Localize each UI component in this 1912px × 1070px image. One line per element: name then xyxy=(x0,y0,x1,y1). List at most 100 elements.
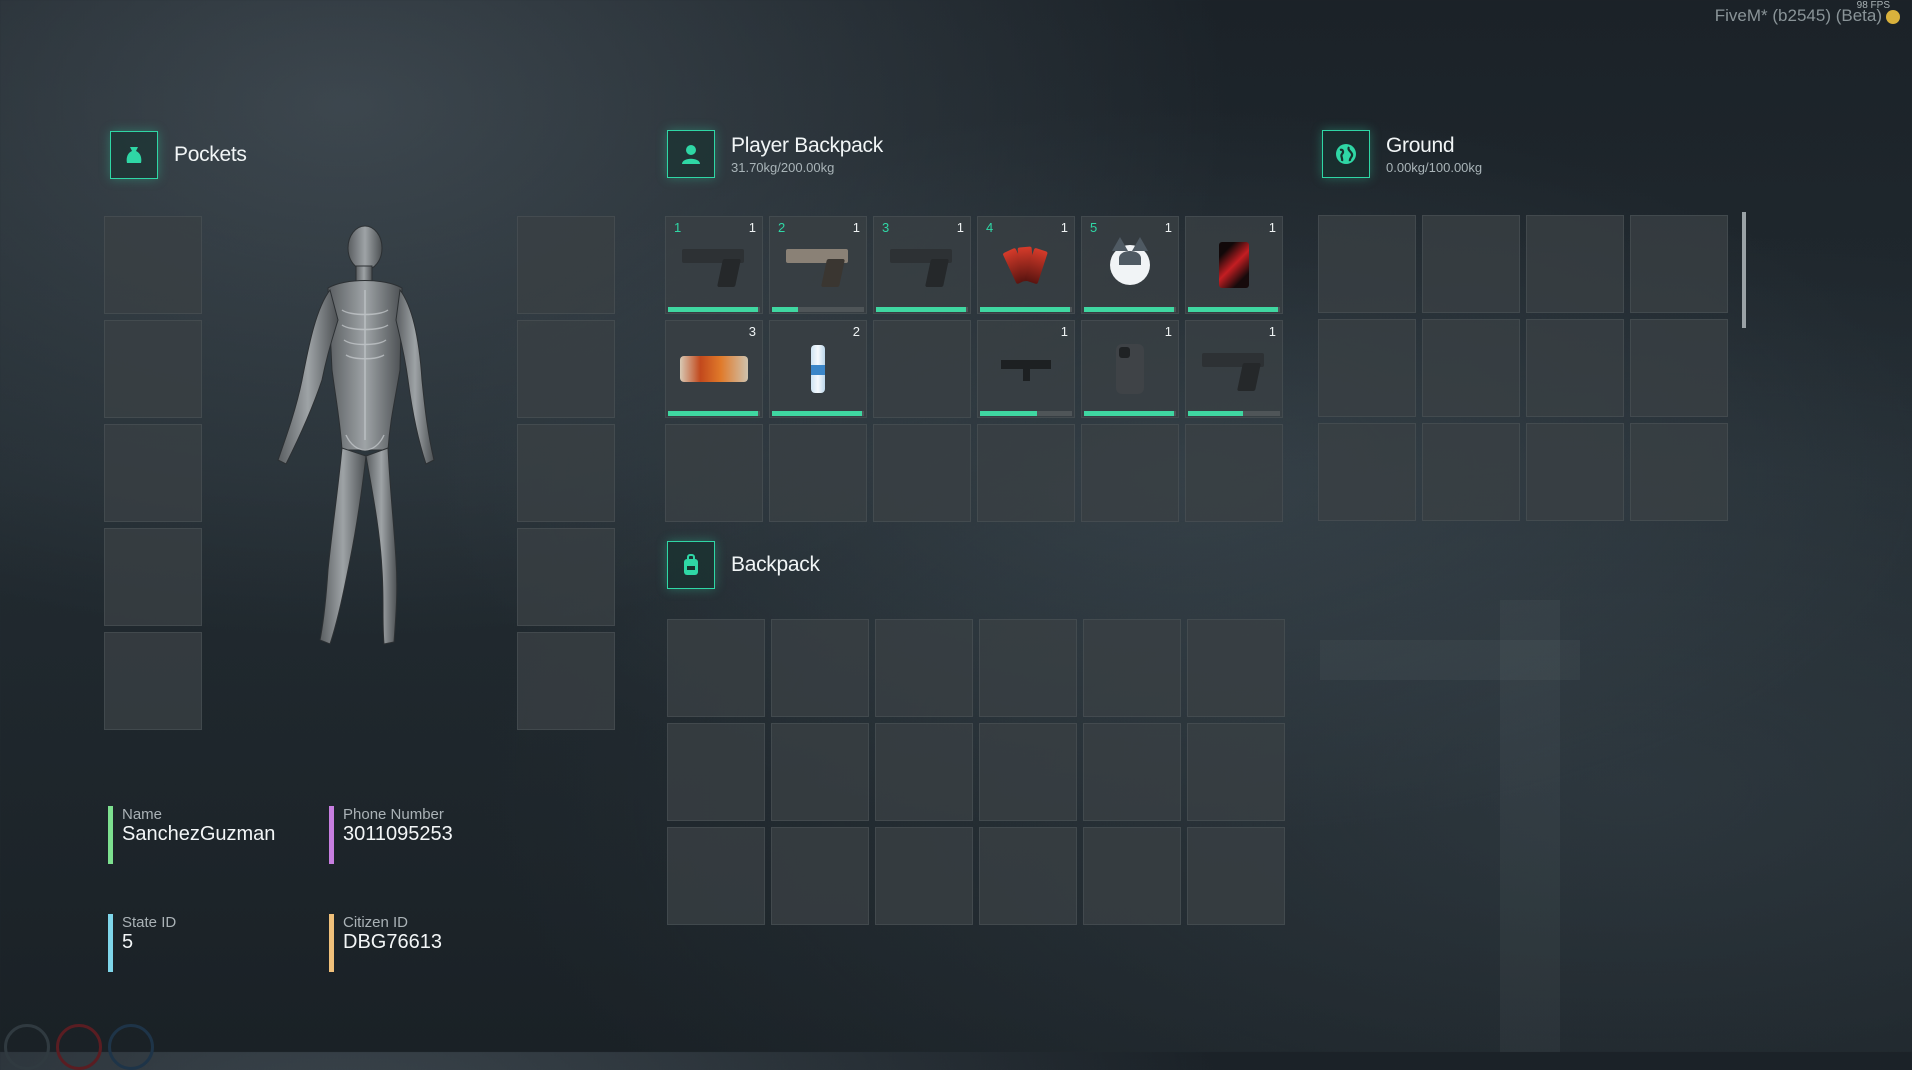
backpack-slot[interactable] xyxy=(1187,619,1285,717)
durability-bar xyxy=(876,307,968,312)
state-id-label: State ID xyxy=(122,914,177,931)
husky-icon xyxy=(1110,237,1150,285)
pocket-slot[interactable] xyxy=(104,216,202,314)
ground-slot[interactable] xyxy=(1422,423,1520,521)
candy-bar-icon xyxy=(680,356,748,382)
pocket-slot[interactable] xyxy=(517,632,615,730)
red-case-icon xyxy=(1219,242,1249,288)
backpack-header: Backpack xyxy=(667,541,820,589)
backpack-slot[interactable] xyxy=(771,723,869,821)
inventory-slot[interactable]: 5 1 xyxy=(1081,216,1179,314)
ground-slot[interactable] xyxy=(1526,215,1624,313)
citizen-id-label: Citizen ID xyxy=(343,914,409,931)
phone-value: 3011095253 xyxy=(343,823,453,845)
ground-slot[interactable] xyxy=(1422,215,1520,313)
item-quantity: 1 xyxy=(1164,220,1172,235)
health-hud-icon xyxy=(56,1024,102,1070)
pocket-slot[interactable] xyxy=(517,424,615,522)
inventory-slot[interactable]: 2 1 xyxy=(769,216,867,314)
backpack-slot[interactable] xyxy=(1083,619,1181,717)
inventory-slot[interactable]: 1 xyxy=(1185,320,1283,418)
pocket-slot[interactable] xyxy=(104,528,202,626)
ground-slot[interactable] xyxy=(1526,319,1624,417)
person-icon xyxy=(667,130,715,178)
name-accent-bar xyxy=(108,806,113,864)
item-quantity: 1 xyxy=(1268,324,1276,339)
backpack-slot[interactable] xyxy=(1083,723,1181,821)
player-backpack-title: Player Backpack xyxy=(731,133,883,157)
backpack-slot[interactable] xyxy=(979,827,1077,925)
backpack-slot[interactable] xyxy=(771,827,869,925)
backpack-slot[interactable] xyxy=(771,619,869,717)
phone-number-info: Phone Number 3011095253 xyxy=(329,806,453,864)
pocket-slot[interactable] xyxy=(104,320,202,418)
globe-icon xyxy=(1322,130,1370,178)
slot-number: 1 xyxy=(674,220,682,235)
durability-bar xyxy=(980,411,1072,416)
ground-slot[interactable] xyxy=(1630,319,1728,417)
pocket-slot[interactable] xyxy=(517,216,615,314)
inventory-slot[interactable] xyxy=(769,424,867,522)
inventory-slot[interactable]: 1 xyxy=(977,320,1075,418)
backpack-slot[interactable] xyxy=(667,619,765,717)
water-bottle-icon xyxy=(811,345,825,393)
pocket-slot[interactable] xyxy=(517,320,615,418)
inventory-slot[interactable] xyxy=(873,320,971,418)
inventory-slot[interactable] xyxy=(977,424,1075,522)
inventory-slot[interactable] xyxy=(873,424,971,522)
player-backpack-weight: 31.70kg/200.00kg xyxy=(731,159,835,175)
character-name-info: Name SanchezGuzman xyxy=(108,806,275,864)
pockets-header: Pockets xyxy=(110,131,247,179)
pocket-slot[interactable] xyxy=(104,632,202,730)
item-quantity: 1 xyxy=(1060,324,1068,339)
backpack-slot[interactable] xyxy=(1187,723,1285,821)
inventory-slot[interactable]: 2 xyxy=(769,320,867,418)
ground-slot[interactable] xyxy=(1318,319,1416,417)
pocket-slot[interactable] xyxy=(517,528,615,626)
backpack-slot[interactable] xyxy=(875,827,973,925)
ground-title: Ground xyxy=(1386,133,1455,157)
inventory-slot[interactable] xyxy=(1185,424,1283,522)
inventory-slot[interactable]: 1 1 xyxy=(665,216,763,314)
inventory-slot[interactable] xyxy=(1081,424,1179,522)
ground-slot[interactable] xyxy=(1422,319,1520,417)
citizen-id-info: Citizen ID DBG76613 xyxy=(329,914,442,972)
inventory-slot[interactable]: 1 xyxy=(1081,320,1179,418)
backpack-slot[interactable] xyxy=(979,619,1077,717)
backpack-slot[interactable] xyxy=(1187,827,1285,925)
inventory-slot[interactable]: 1 xyxy=(1185,216,1283,314)
ground-slot[interactable] xyxy=(1318,423,1416,521)
ground-scrollbar[interactable] xyxy=(1742,212,1746,328)
ground-slot[interactable] xyxy=(1630,215,1728,313)
slot-number: 4 xyxy=(986,220,994,235)
backpack-slot[interactable] xyxy=(979,723,1077,821)
inventory-slot[interactable]: 3 1 xyxy=(873,216,971,314)
durability-bar xyxy=(772,307,864,312)
item-quantity: 1 xyxy=(1164,324,1172,339)
ground-slot[interactable] xyxy=(1526,423,1624,521)
client-version: FiveM* (b2545) (Beta) xyxy=(1714,6,1882,25)
client-icon xyxy=(1886,10,1900,24)
backpack-slot[interactable] xyxy=(667,827,765,925)
inventory-slot[interactable]: 3 xyxy=(665,320,763,418)
durability-bar xyxy=(772,411,864,416)
backpack-slot[interactable] xyxy=(1083,827,1181,925)
inventory-slot[interactable]: 4 1 xyxy=(977,216,1075,314)
name-label: Name xyxy=(122,806,163,823)
ground-slot[interactable] xyxy=(1318,215,1416,313)
backpack-slot[interactable] xyxy=(875,619,973,717)
backpack-icon xyxy=(667,541,715,589)
durability-bar xyxy=(668,411,760,416)
ground-slot[interactable] xyxy=(1630,423,1728,521)
backpack-slot[interactable] xyxy=(667,723,765,821)
background-beam xyxy=(1320,640,1580,680)
inventory-slot[interactable] xyxy=(665,424,763,522)
item-quantity: 3 xyxy=(748,324,756,339)
durability-bar xyxy=(1084,411,1176,416)
thirst-hud-icon xyxy=(108,1024,154,1070)
item-quantity: 1 xyxy=(852,220,860,235)
smg-icon xyxy=(997,356,1055,382)
backpack-slot[interactable] xyxy=(875,723,973,821)
item-quantity: 1 xyxy=(1060,220,1068,235)
pocket-slot[interactable] xyxy=(104,424,202,522)
